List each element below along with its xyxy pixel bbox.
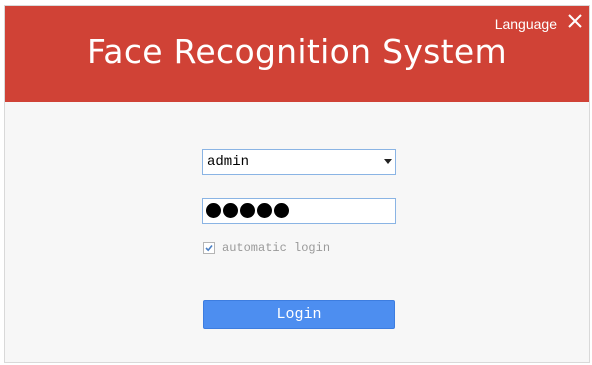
username-value: admin bbox=[207, 154, 250, 170]
password-mask bbox=[206, 203, 289, 218]
password-mask-dot bbox=[206, 203, 221, 218]
chevron-down-icon[interactable] bbox=[384, 159, 392, 164]
login-window: Face Recognition System Language admin a… bbox=[4, 5, 590, 363]
language-button[interactable]: Language bbox=[495, 16, 557, 32]
close-icon[interactable] bbox=[565, 11, 585, 31]
password-mask-dot bbox=[240, 203, 255, 218]
auto-login-checkbox[interactable] bbox=[203, 242, 215, 254]
app-title: Face Recognition System bbox=[87, 32, 507, 71]
checkmark-icon bbox=[205, 244, 213, 252]
login-button[interactable]: Login bbox=[203, 300, 395, 329]
username-select[interactable]: admin bbox=[202, 149, 396, 175]
password-mask-dot bbox=[274, 203, 289, 218]
password-field[interactable] bbox=[202, 198, 396, 224]
password-mask-dot bbox=[223, 203, 238, 218]
password-mask-dot bbox=[257, 203, 272, 218]
auto-login-label: automatic login bbox=[222, 241, 331, 255]
header-bar: Face Recognition System Language bbox=[5, 6, 589, 102]
